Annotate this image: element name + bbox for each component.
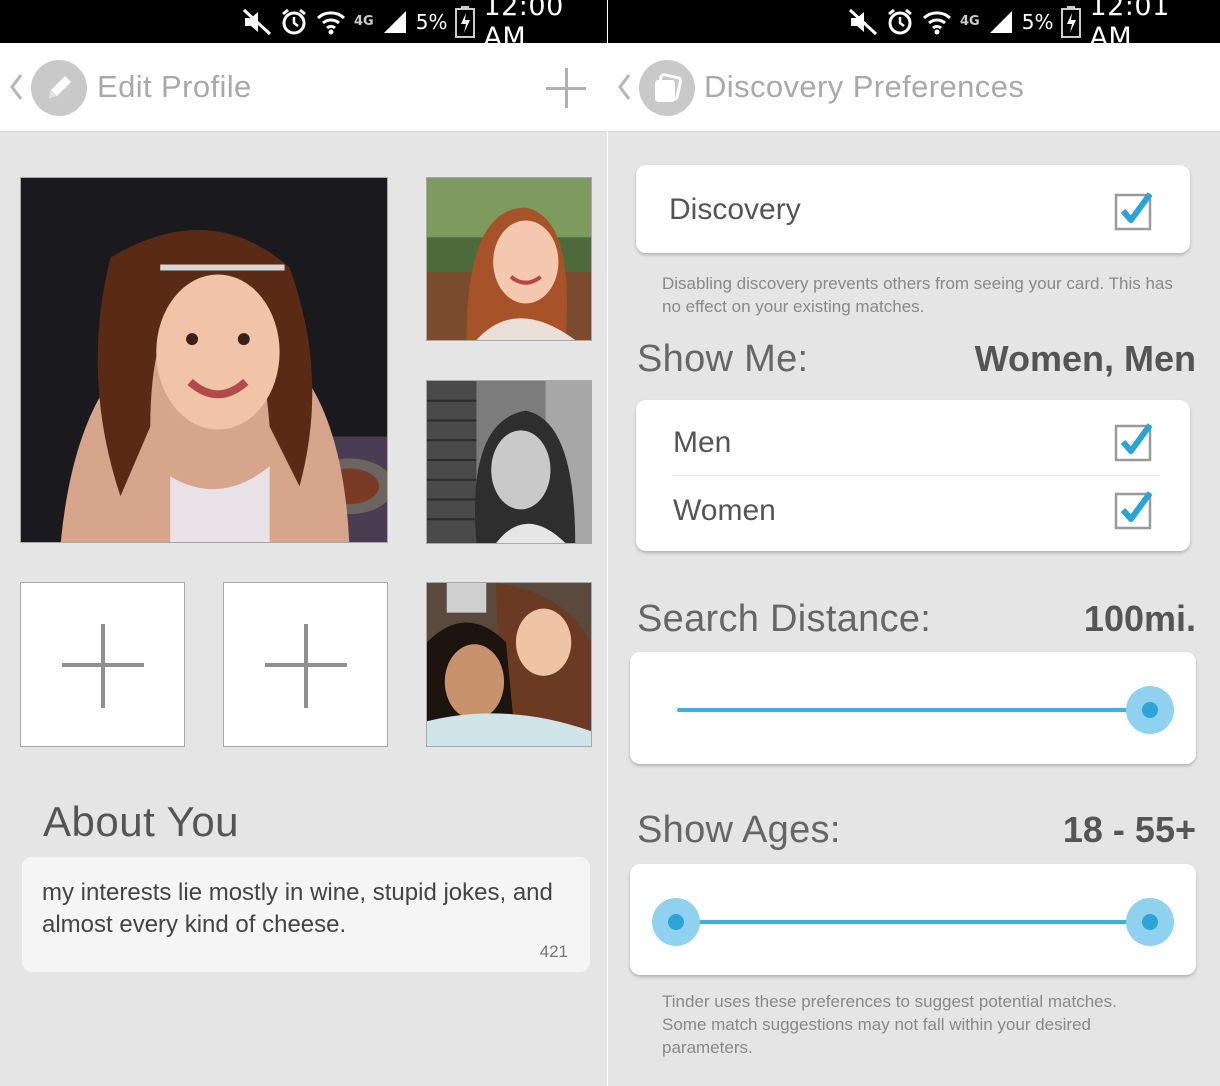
- discovery-checkbox[interactable]: [1114, 191, 1154, 231]
- main-profile-photo[interactable]: [20, 177, 388, 543]
- show-me-title: Show Me:: [637, 338, 809, 380]
- alarm-icon: [886, 0, 914, 43]
- wifi-icon: [316, 0, 346, 43]
- back-chevron-icon[interactable]: [617, 73, 631, 101]
- battery-charging-icon: [455, 0, 476, 43]
- discovery-note: Disabling discovery prevents others from…: [662, 274, 1173, 316]
- search-distance-title: Search Distance:: [637, 598, 932, 640]
- battery-charging-icon: [1061, 0, 1082, 43]
- network-4g-icon: 4G: [354, 14, 374, 29]
- remaining-characters: 421: [539, 942, 568, 961]
- network-4g-icon: 4G: [960, 14, 980, 29]
- add-photo-button-2[interactable]: [223, 582, 388, 747]
- show-ages-card: [630, 864, 1196, 975]
- search-distance-card: [630, 652, 1196, 764]
- age-slider-min-thumb[interactable]: [652, 898, 700, 946]
- alarm-icon: [280, 0, 308, 43]
- profile-photo-2[interactable]: [426, 177, 592, 341]
- action-bar: Edit Profile: [0, 43, 607, 132]
- signal-icon: [382, 0, 408, 43]
- mute-icon: [242, 0, 272, 43]
- about-text: my interests lie mostly in wine, stupid …: [42, 879, 553, 938]
- show-ages-title: Show Ages:: [637, 809, 841, 851]
- back-chevron-icon[interactable]: [9, 73, 23, 101]
- option-men-checkbox[interactable]: [1114, 422, 1154, 462]
- tinder-cards-icon[interactable]: [639, 60, 695, 116]
- battery-percent: 5%: [1021, 9, 1054, 34]
- mute-icon: [848, 0, 878, 43]
- battery-percent: 5%: [415, 9, 448, 34]
- status-bar: 4G 5% 12:01 AM: [608, 0, 1220, 53]
- show-me-options: Men Women: [636, 400, 1190, 551]
- age-slider-track[interactable]: [677, 920, 1150, 924]
- profile-photo-4[interactable]: [426, 582, 592, 747]
- discovery-label: Discovery: [669, 193, 801, 226]
- signal-icon: [988, 0, 1014, 43]
- screenshot-pair: 4G 5% 12:00 AM Edit Profile About You my…: [0, 0, 1220, 1086]
- option-women-label[interactable]: Women: [673, 494, 776, 528]
- about-section-title: About You: [43, 798, 240, 845]
- show-ages-value: 18 - 55+: [1062, 809, 1196, 850]
- plus-icon[interactable]: [546, 68, 586, 108]
- action-bar: Discovery Preferences: [608, 43, 1220, 132]
- add-photo-button-1[interactable]: [20, 582, 185, 747]
- option-men-label[interactable]: Men: [673, 426, 731, 460]
- distance-slider-thumb[interactable]: [1126, 686, 1174, 734]
- wifi-icon: [922, 0, 952, 43]
- edit-profile-screen: 4G 5% 12:00 AM Edit Profile About You my…: [0, 0, 607, 1086]
- profile-photo-3[interactable]: [426, 380, 592, 544]
- distance-slider-track[interactable]: [677, 708, 1150, 712]
- option-women-checkbox[interactable]: [1114, 490, 1154, 530]
- preferences-footer-note: Tinder uses these preferences to suggest…: [662, 992, 1117, 1057]
- search-distance-value: 100mi.: [1083, 598, 1196, 639]
- age-slider-max-thumb[interactable]: [1126, 898, 1174, 946]
- about-text-field[interactable]: my interests lie mostly in wine, stupid …: [22, 857, 590, 972]
- pencil-icon[interactable]: [31, 60, 87, 116]
- page-title: Edit Profile: [97, 69, 252, 104]
- page-title: Discovery Preferences: [704, 69, 1025, 104]
- discovery-toggle-row[interactable]: Discovery: [636, 165, 1190, 253]
- discovery-preferences-screen: 4G 5% 12:01 AM Discovery Preferences Dis…: [608, 0, 1220, 1086]
- show-me-value: Women, Men: [974, 338, 1196, 379]
- status-bar: 4G 5% 12:00 AM: [0, 0, 607, 53]
